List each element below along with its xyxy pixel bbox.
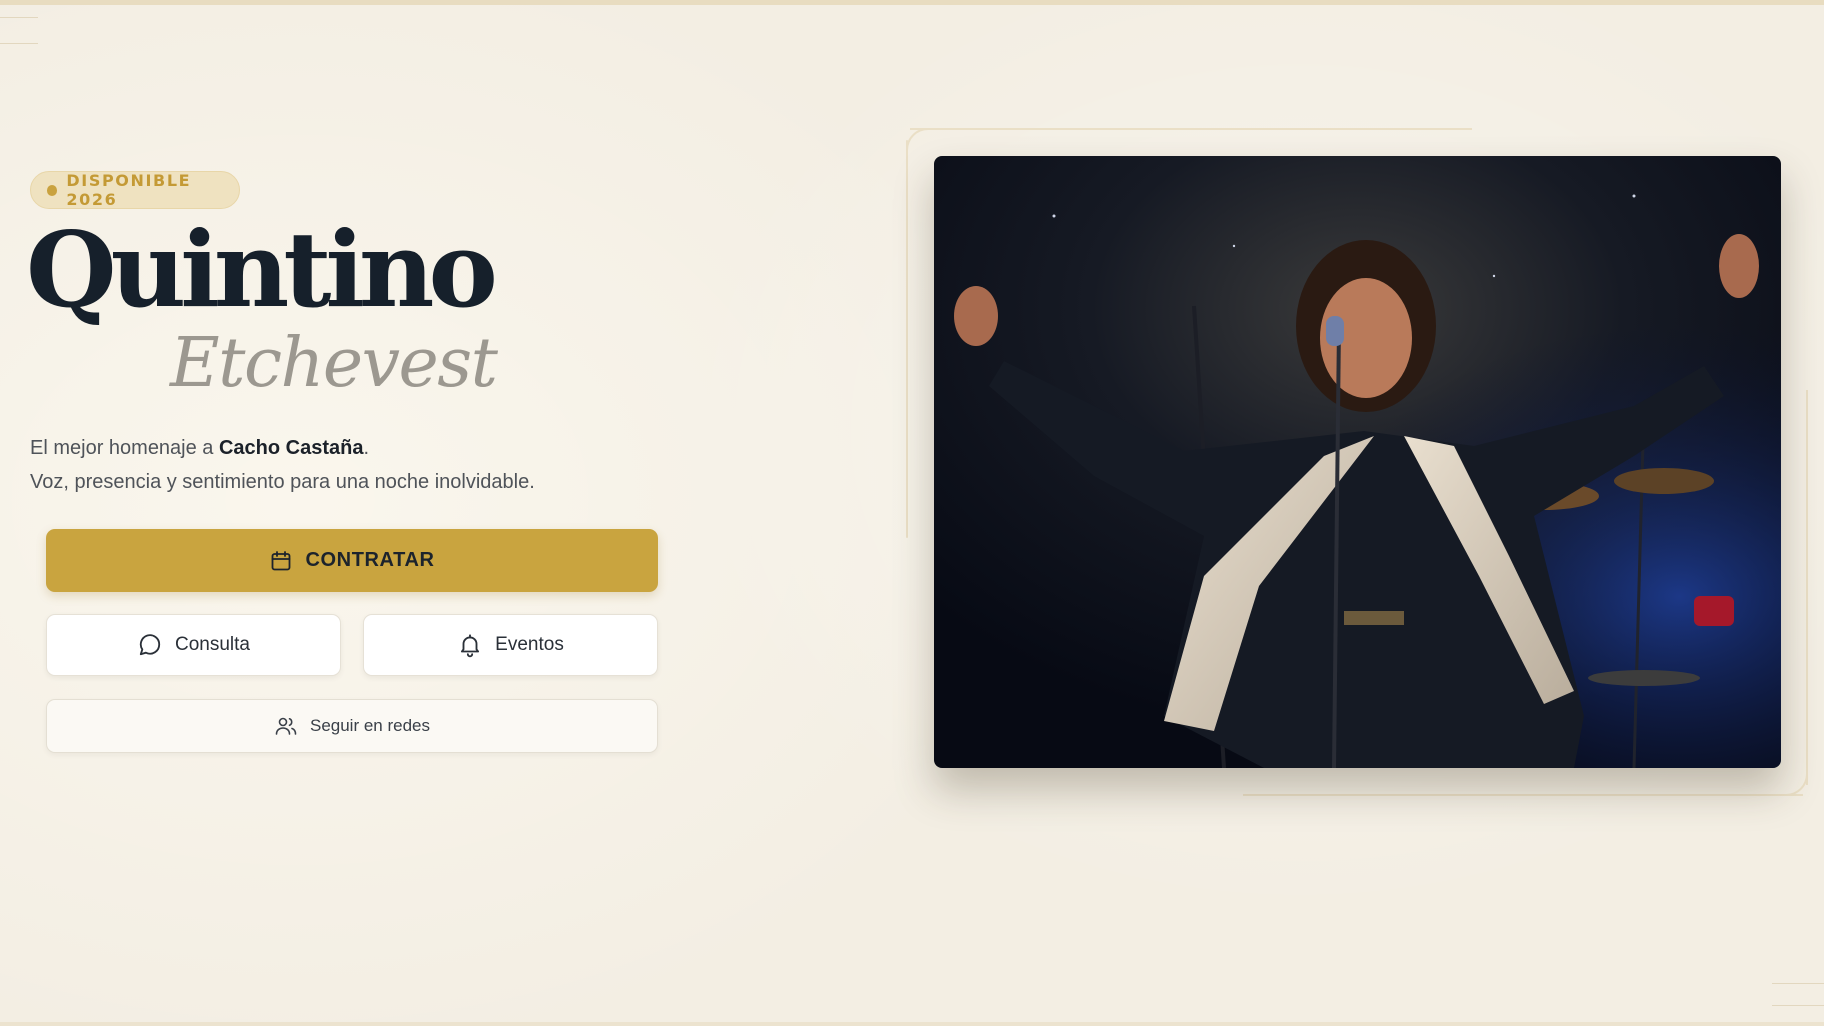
bottom-divider [0,1022,1824,1026]
tagline-prefix: El mejor homenaje a [30,437,219,459]
badge-label: DISPONIBLE 2026 [66,171,192,209]
artist-first-name: Quintino [26,208,498,331]
tagline-line-1: El mejor homenaje a Cacho Castaña. [30,431,535,465]
contratar-button[interactable]: CONTRATAR [46,529,658,592]
eventos-label: Eventos [495,634,564,655]
corner-decoration [0,17,38,18]
corner-decoration [1772,983,1824,984]
consulta-label: Consulta [175,634,250,655]
bell-icon [457,632,483,658]
photo-frame-line [910,128,1472,130]
calendar-icon [269,549,293,573]
artist-last-name: Etchevest [170,324,498,403]
tagline-highlight: Cacho Castaña [218,437,364,459]
tagline-suffix: . [363,437,370,459]
landing-page: DISPONIBLE 2026 Quintino Etchevest El me… [0,0,1824,1026]
eventos-button[interactable]: Eventos [363,614,658,676]
photo-frame-line [1806,390,1808,785]
corner-decoration [1772,1005,1824,1006]
users-icon [274,714,298,738]
photo-frame-line [906,140,908,538]
availability-badge: DISPONIBLE 2026 [30,171,240,209]
consulta-button[interactable]: Consulta [46,614,341,676]
corner-decoration [0,43,38,44]
tagline-line-2: Voz, presencia y sentimiento para una no… [30,471,535,493]
seguir-en-redes-button[interactable]: Seguir en redes [46,699,658,753]
photo-frame-line [1243,794,1803,796]
chat-bubble-icon [137,632,163,658]
singer-on-stage-photo [934,156,1781,768]
contratar-label: CONTRATAR [305,549,435,571]
photo-frame-corner [906,128,934,156]
photo-frame-corner [1780,768,1808,796]
tagline: El mejor homenaje a Cacho Castaña. Voz, … [30,431,535,499]
seguir-en-redes-label: Seguir en redes [309,716,431,735]
status-dot-icon [47,184,58,196]
top-divider [0,0,1824,5]
